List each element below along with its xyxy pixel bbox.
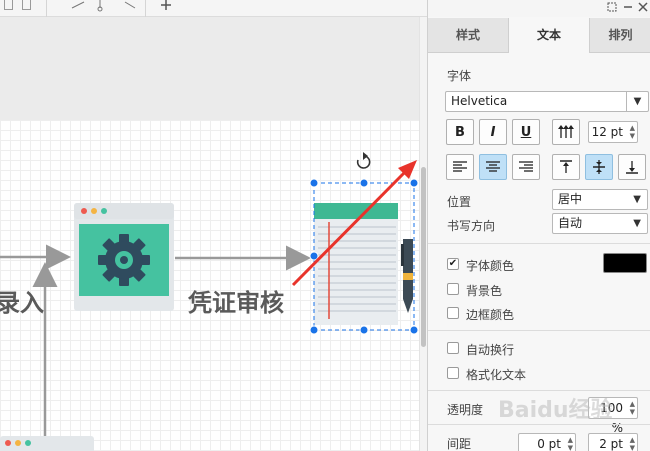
- panel-top-strip: [428, 0, 650, 17]
- gear-icon: [98, 234, 150, 286]
- section-divider: [428, 424, 650, 425]
- resize-handle[interactable]: [359, 325, 369, 335]
- chevron-down-icon: ▼: [633, 218, 641, 229]
- direction-value: 自动: [558, 216, 583, 230]
- tab-text[interactable]: 文本: [509, 18, 590, 53]
- formatted-text-label: 格式化文本: [466, 368, 527, 382]
- watermark-text: Baidu经验: [498, 398, 613, 423]
- tab-arrange[interactable]: 排列: [590, 18, 650, 53]
- align-center-button[interactable]: [479, 154, 507, 180]
- toolbar-icon-partial[interactable]: [4, 0, 13, 10]
- section-divider: [428, 243, 650, 244]
- resize-handle[interactable]: [409, 178, 419, 188]
- resize-handle[interactable]: [359, 178, 369, 188]
- panel-window-icons[interactable]: [606, 1, 650, 13]
- pen-icon: [401, 239, 413, 313]
- font-size-value: 12 pt: [591, 125, 623, 139]
- font-family-select[interactable]: Helvetica ▼: [445, 91, 649, 112]
- diagram-shapes: [0, 152, 419, 451]
- italic-button[interactable]: I: [479, 119, 507, 145]
- diagram-label-left[interactable]: 录入: [0, 283, 44, 318]
- font-size-stepper[interactable]: 12 pt ▲ ▼: [588, 121, 638, 143]
- opacity-label: 透明度: [447, 403, 484, 417]
- scrollbar-thumb[interactable]: [421, 167, 426, 347]
- toolbar-separator: [46, 0, 47, 17]
- valign-bottom-button[interactable]: [618, 154, 646, 180]
- valign-top-icon: [560, 160, 572, 173]
- align-right-icon: [519, 161, 533, 172]
- toolbar-waypoint-icons[interactable]: [70, 0, 140, 12]
- position-select[interactable]: 居中 ▼: [552, 189, 648, 210]
- font-section-label: 字体: [447, 69, 472, 83]
- stepper-arrows-icon[interactable]: ▲ ▼: [630, 400, 635, 416]
- direction-label: 书写方向: [447, 219, 496, 233]
- spacing-stepper-1[interactable]: 0 pt ▲ ▼: [518, 433, 576, 451]
- stepper-arrows-icon[interactable]: ▲ ▼: [630, 124, 635, 140]
- resize-handle[interactable]: [309, 251, 319, 261]
- toolbar-insert-icon[interactable]: [160, 0, 184, 12]
- valign-middle-icon: [593, 160, 605, 174]
- spacing-stepper-2[interactable]: 2 pt ▲ ▼: [588, 433, 638, 451]
- border-color-checkbox[interactable]: [447, 307, 459, 319]
- stepper-arrows-icon[interactable]: ▲ ▼: [630, 436, 635, 451]
- gear-window-shape[interactable]: [74, 203, 174, 311]
- rotate-handle-icon[interactable]: [356, 152, 371, 169]
- toolbar-icon-partial[interactable]: [22, 0, 31, 10]
- background-color-label: 背景色: [466, 284, 503, 298]
- tab-style[interactable]: 样式: [428, 18, 509, 53]
- stepper-arrows-icon[interactable]: ▲ ▼: [568, 436, 573, 451]
- line-spacing-icon: [558, 125, 574, 138]
- line-spacing-button[interactable]: [552, 119, 580, 145]
- align-left-icon: [453, 161, 467, 172]
- font-color-checkbox[interactable]: ✔: [447, 258, 459, 270]
- canvas-vertical-scrollbar[interactable]: [419, 17, 427, 451]
- format-panel: 样式 文本 排列 字体 Helvetica ▼ B I U 12 pt ▲ ▼ 位…: [427, 0, 650, 451]
- word-wrap-checkbox[interactable]: [447, 342, 459, 354]
- diagram-canvas[interactable]: 录入 凭证审核: [0, 17, 419, 451]
- align-right-button[interactable]: [512, 154, 540, 180]
- word-wrap-label: 自动换行: [466, 343, 515, 357]
- toolbar-separator: [145, 0, 146, 17]
- valign-top-button[interactable]: [552, 154, 580, 180]
- position-label: 位置: [447, 195, 472, 209]
- spacing-value-2: 2 pt: [599, 437, 623, 451]
- chevron-down-icon: ▼: [633, 194, 641, 205]
- bold-button[interactable]: B: [446, 119, 474, 145]
- valign-bottom-icon: [626, 161, 638, 174]
- direction-select[interactable]: 自动 ▼: [552, 213, 648, 234]
- underline-button[interactable]: U: [512, 119, 540, 145]
- window-shape-partial[interactable]: [0, 436, 94, 451]
- spacing-value-1: 0 pt: [537, 437, 561, 451]
- font-family-value: Helvetica: [451, 94, 508, 108]
- font-color-label: 字体颜色: [466, 259, 515, 273]
- formatted-text-checkbox[interactable]: [447, 367, 459, 379]
- position-value: 居中: [558, 192, 583, 206]
- align-left-button[interactable]: [446, 154, 474, 180]
- align-center-icon: [486, 161, 500, 172]
- resize-handle[interactable]: [409, 325, 419, 335]
- border-color-label: 边框颜色: [466, 308, 515, 322]
- spacing-label: 间距: [447, 437, 472, 451]
- section-divider: [428, 390, 650, 391]
- resize-handle[interactable]: [309, 178, 319, 188]
- font-color-swatch[interactable]: [603, 253, 647, 273]
- diagram-label-review[interactable]: 凭证审核: [188, 283, 284, 318]
- valign-middle-button[interactable]: [585, 154, 613, 180]
- section-divider: [428, 330, 650, 331]
- resize-handle[interactable]: [309, 325, 319, 335]
- top-toolbar: [0, 0, 427, 17]
- background-color-checkbox[interactable]: [447, 283, 459, 295]
- chevron-down-icon: ▼: [626, 92, 648, 111]
